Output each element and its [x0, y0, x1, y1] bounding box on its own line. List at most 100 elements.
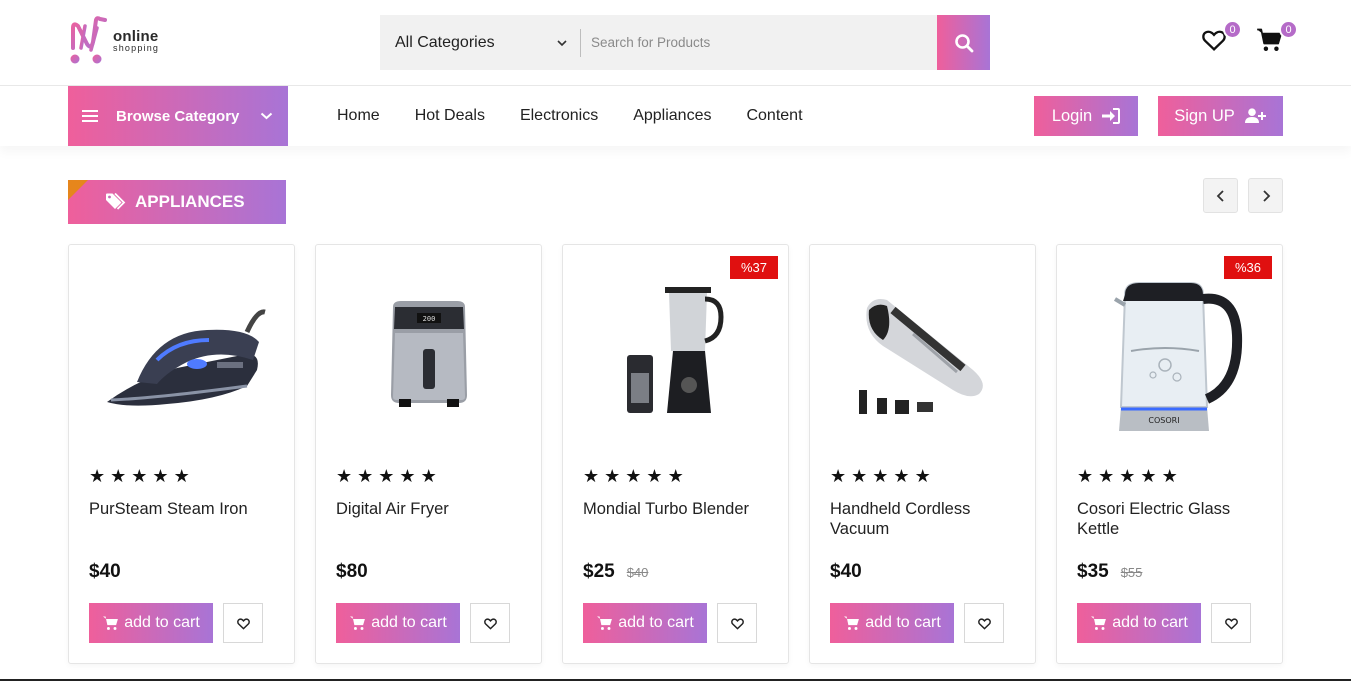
air-fryer-icon: 200 — [390, 301, 467, 407]
star-icon: ★ — [1119, 466, 1136, 486]
add-to-wishlist-button[interactable] — [223, 603, 263, 643]
product-name[interactable]: PurSteam Steam Iron — [89, 499, 279, 519]
product-card[interactable]: %37 ★ ★ ★ ★ ★ Mondial Turbo Blender $25 $40 … — [562, 244, 789, 664]
nav-link-hot-deals[interactable]: Hot Deals — [415, 107, 485, 125]
cart-count-badge: 0 — [1279, 20, 1298, 39]
product-image[interactable]: COSORI — [1057, 265, 1282, 445]
chevron-down-icon — [260, 112, 273, 120]
add-to-wishlist-button[interactable] — [470, 603, 510, 643]
star-icon: ★ — [893, 466, 910, 486]
logo-line2: shopping — [113, 43, 160, 53]
add-to-cart-label: add to cart — [865, 614, 941, 631]
product-name[interactable]: Handheld Cordless Vacuum — [830, 499, 1020, 539]
cart-icon — [350, 616, 366, 630]
signup-button[interactable]: Sign UP — [1158, 96, 1283, 136]
search-bar: All Categories — [380, 15, 990, 70]
product-name[interactable]: Digital Air Fryer — [336, 499, 526, 519]
add-to-cart-button[interactable]: add to cart — [336, 603, 460, 643]
heart-icon — [730, 618, 744, 630]
add-to-cart-button[interactable]: add to cart — [1077, 603, 1201, 643]
signup-label: Sign UP — [1174, 106, 1235, 125]
star-icon: ★ — [89, 466, 106, 486]
product-price: $40 — [830, 561, 862, 582]
login-label: Login — [1051, 106, 1093, 125]
star-icon: ★ — [378, 466, 395, 486]
product-price-row: $35 $55 — [1077, 561, 1142, 583]
section-title: APPLIANCES — [135, 192, 245, 211]
product-image[interactable] — [563, 265, 788, 445]
product-card[interactable]: ★ ★ ★ ★ ★ Handheld Cordless Vacuum $40 add t… — [809, 244, 1036, 664]
star-icon: ★ — [583, 466, 600, 486]
star-icon: ★ — [646, 466, 663, 486]
top-header: online shopping All Categories 0 0 — [0, 0, 1351, 86]
star-icon: ★ — [336, 466, 353, 486]
heart-icon — [236, 618, 250, 630]
product-card[interactable]: 200 ★ ★ ★ ★ ★ Digital Air Fryer $80 add to c… — [315, 244, 542, 664]
menu-icon — [82, 110, 98, 122]
star-icon: ★ — [851, 466, 868, 486]
heart-icon — [977, 618, 991, 630]
rating-stars: ★ ★ ★ ★ ★ — [89, 467, 190, 485]
product-card[interactable]: ★ ★ ★ ★ ★ PurSteam Steam Iron $40 add to car… — [68, 244, 295, 664]
rating-stars: ★ ★ ★ ★ ★ — [830, 467, 931, 485]
browse-category-button[interactable]: Browse Category — [68, 86, 288, 146]
star-icon: ★ — [420, 466, 437, 486]
star-icon: ★ — [357, 466, 374, 486]
product-image[interactable] — [69, 265, 294, 445]
section-tag-corner — [68, 180, 88, 200]
product-name[interactable]: Mondial Turbo Blender — [583, 499, 773, 519]
product-price-row: $40 — [89, 561, 121, 583]
cart-button[interactable]: 0 — [1256, 20, 1298, 56]
add-to-cart-label: add to cart — [124, 614, 200, 631]
add-to-cart-button[interactable]: add to cart — [583, 603, 707, 643]
add-to-wishlist-button[interactable] — [717, 603, 757, 643]
product-name[interactable]: Cosori Electric Glass Kettle — [1077, 499, 1267, 539]
star-icon: ★ — [1161, 466, 1178, 486]
star-icon: ★ — [1077, 466, 1094, 486]
wishlist-button[interactable]: 0 — [1200, 20, 1242, 56]
star-icon: ★ — [131, 466, 148, 486]
product-old-price: $40 — [626, 565, 649, 580]
product-image[interactable] — [810, 265, 1035, 445]
product-card[interactable]: %36 COSORI ★ ★ ★ ★ ★ Cosori Electric Glass K… — [1056, 244, 1283, 664]
search-input[interactable] — [581, 15, 937, 70]
carousel-prev-button[interactable] — [1203, 178, 1238, 213]
star-icon: ★ — [667, 466, 684, 486]
add-to-cart-button[interactable]: add to cart — [89, 603, 213, 643]
nav-link-home[interactable]: Home — [337, 107, 380, 125]
login-button[interactable]: Login — [1034, 96, 1138, 136]
star-icon: ★ — [110, 466, 127, 486]
chevron-right-icon — [1262, 189, 1270, 202]
category-select[interactable]: All Categories — [380, 15, 580, 70]
rating-stars: ★ ★ ★ ★ ★ — [336, 467, 437, 485]
star-icon: ★ — [625, 466, 642, 486]
add-to-cart-button[interactable]: add to cart — [830, 603, 954, 643]
carousel-next-button[interactable] — [1248, 178, 1283, 213]
browse-category-label: Browse Category — [116, 107, 240, 125]
nav-link-electronics[interactable]: Electronics — [520, 107, 598, 125]
brand-logo[interactable]: online shopping — [67, 14, 177, 68]
star-icon: ★ — [1098, 466, 1115, 486]
product-price-row: $25 $40 — [583, 561, 648, 583]
blender-icon — [626, 287, 724, 413]
logo-mark-icon — [70, 16, 107, 64]
rating-stars: ★ ★ ★ ★ ★ — [583, 467, 684, 485]
add-to-cart-label: add to cart — [1112, 614, 1188, 631]
chevron-down-icon — [557, 39, 567, 46]
tags-icon — [106, 193, 126, 210]
section-title-tag: APPLIANCES — [68, 180, 286, 224]
steam-iron-icon — [106, 309, 266, 406]
search-button[interactable] — [937, 15, 990, 70]
main-nav: Browse Category Home Hot Deals Electroni… — [0, 86, 1351, 146]
cart-icon — [1091, 616, 1107, 630]
sign-in-icon — [1102, 108, 1121, 124]
nav-link-content[interactable]: Content — [746, 107, 802, 125]
handheld-vacuum-icon — [858, 299, 983, 414]
product-image[interactable]: 200 — [316, 265, 541, 445]
nav-link-appliances[interactable]: Appliances — [633, 107, 711, 125]
add-to-wishlist-button[interactable] — [964, 603, 1004, 643]
cart-icon — [597, 616, 613, 630]
add-to-wishlist-button[interactable] — [1211, 603, 1251, 643]
product-price: $80 — [336, 561, 368, 582]
svg-text:200: 200 — [422, 315, 435, 323]
